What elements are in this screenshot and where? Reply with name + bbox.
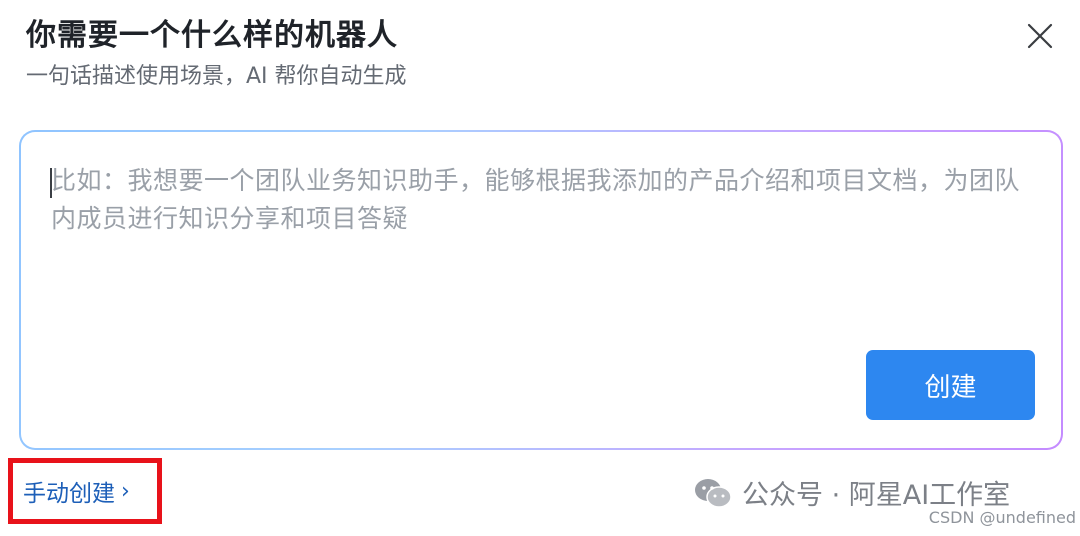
close-button[interactable]	[1024, 20, 1056, 52]
dialog-subtitle: 一句话描述使用场景，AI 帮你自动生成	[26, 64, 407, 89]
prompt-input-frame[interactable]: 比如：我想要一个团队业务知识助手，能够根据我添加的产品介绍和项目文档，为团队内成…	[19, 130, 1063, 450]
manual-create-link[interactable]: 手动创建 ›	[8, 458, 162, 524]
dialog-title: 你需要一个什么样的机器人	[26, 18, 398, 53]
text-caret	[50, 168, 52, 198]
chevron-right-icon: ›	[121, 478, 130, 504]
manual-create-label: 手动创建	[23, 481, 115, 507]
watermark-text: 公众号 · 阿星AI工作室	[742, 480, 1011, 511]
watermark: 公众号 · 阿星AI工作室	[694, 473, 1010, 512]
close-icon	[1027, 23, 1053, 49]
prompt-textarea[interactable]: 比如：我想要一个团队业务知识助手，能够根据我添加的产品介绍和项目文档，为团队内成…	[21, 132, 1061, 448]
prompt-placeholder: 比如：我想要一个团队业务知识助手，能够根据我添加的产品介绍和项目文档，为团队内成…	[51, 166, 1021, 233]
create-button[interactable]: 创建	[866, 350, 1035, 420]
csdn-credit: CSDN @undefined	[928, 508, 1076, 527]
create-bot-dialog: 你需要一个什么样的机器人 一句话描述使用场景，AI 帮你自动生成 比如：我想要一…	[0, 0, 1080, 536]
wechat-icon	[695, 478, 732, 508]
